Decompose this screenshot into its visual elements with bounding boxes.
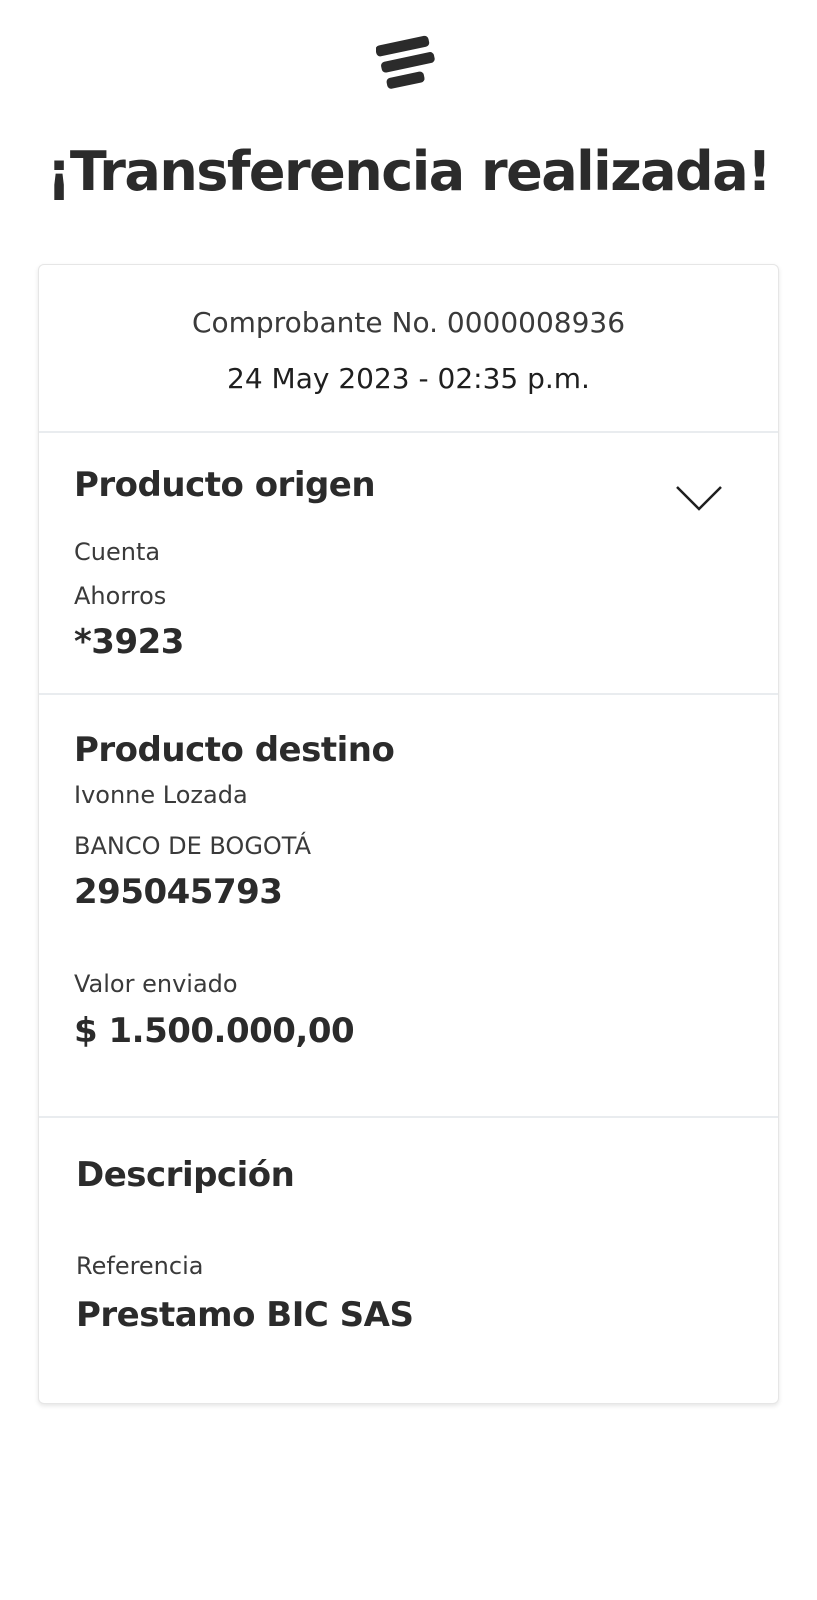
- description-title: Descripción: [76, 1155, 295, 1195]
- recipient-account-number: 295045793: [74, 872, 283, 912]
- chevron-down-icon[interactable]: [675, 483, 723, 513]
- reference-label: Referencia: [76, 1252, 204, 1280]
- origin-account-number: *3923: [74, 622, 184, 662]
- bank-logo-icon: [375, 32, 438, 94]
- amount-label: Valor enviado: [74, 970, 238, 998]
- recipient-name: Ivonne Lozada: [74, 781, 248, 809]
- divider: [39, 693, 778, 695]
- divider: [39, 431, 778, 433]
- origin-product-title: Producto origen: [74, 465, 376, 505]
- origin-account-subtype: Ahorros: [74, 582, 167, 610]
- page-title: ¡Transferencia realizada!: [46, 140, 772, 203]
- receipt-header: Comprobante No. 0000008936 24 May 2023 -…: [39, 265, 778, 433]
- divider: [39, 1116, 778, 1118]
- receipt-date: 24 May 2023 - 02:35 p.m.: [227, 362, 590, 395]
- transfer-receipt-card: Comprobante No. 0000008936 24 May 2023 -…: [38, 264, 779, 1404]
- reference-value: Prestamo BIC SAS: [76, 1295, 414, 1335]
- receipt-number: Comprobante No. 0000008936: [191, 306, 626, 339]
- amount-value: $ 1.500.000,00: [74, 1011, 355, 1051]
- destination-product-title: Producto destino: [74, 730, 395, 770]
- origin-account-type: Cuenta: [74, 538, 161, 566]
- recipient-bank: BANCO DE BOGOTÁ: [74, 832, 312, 860]
